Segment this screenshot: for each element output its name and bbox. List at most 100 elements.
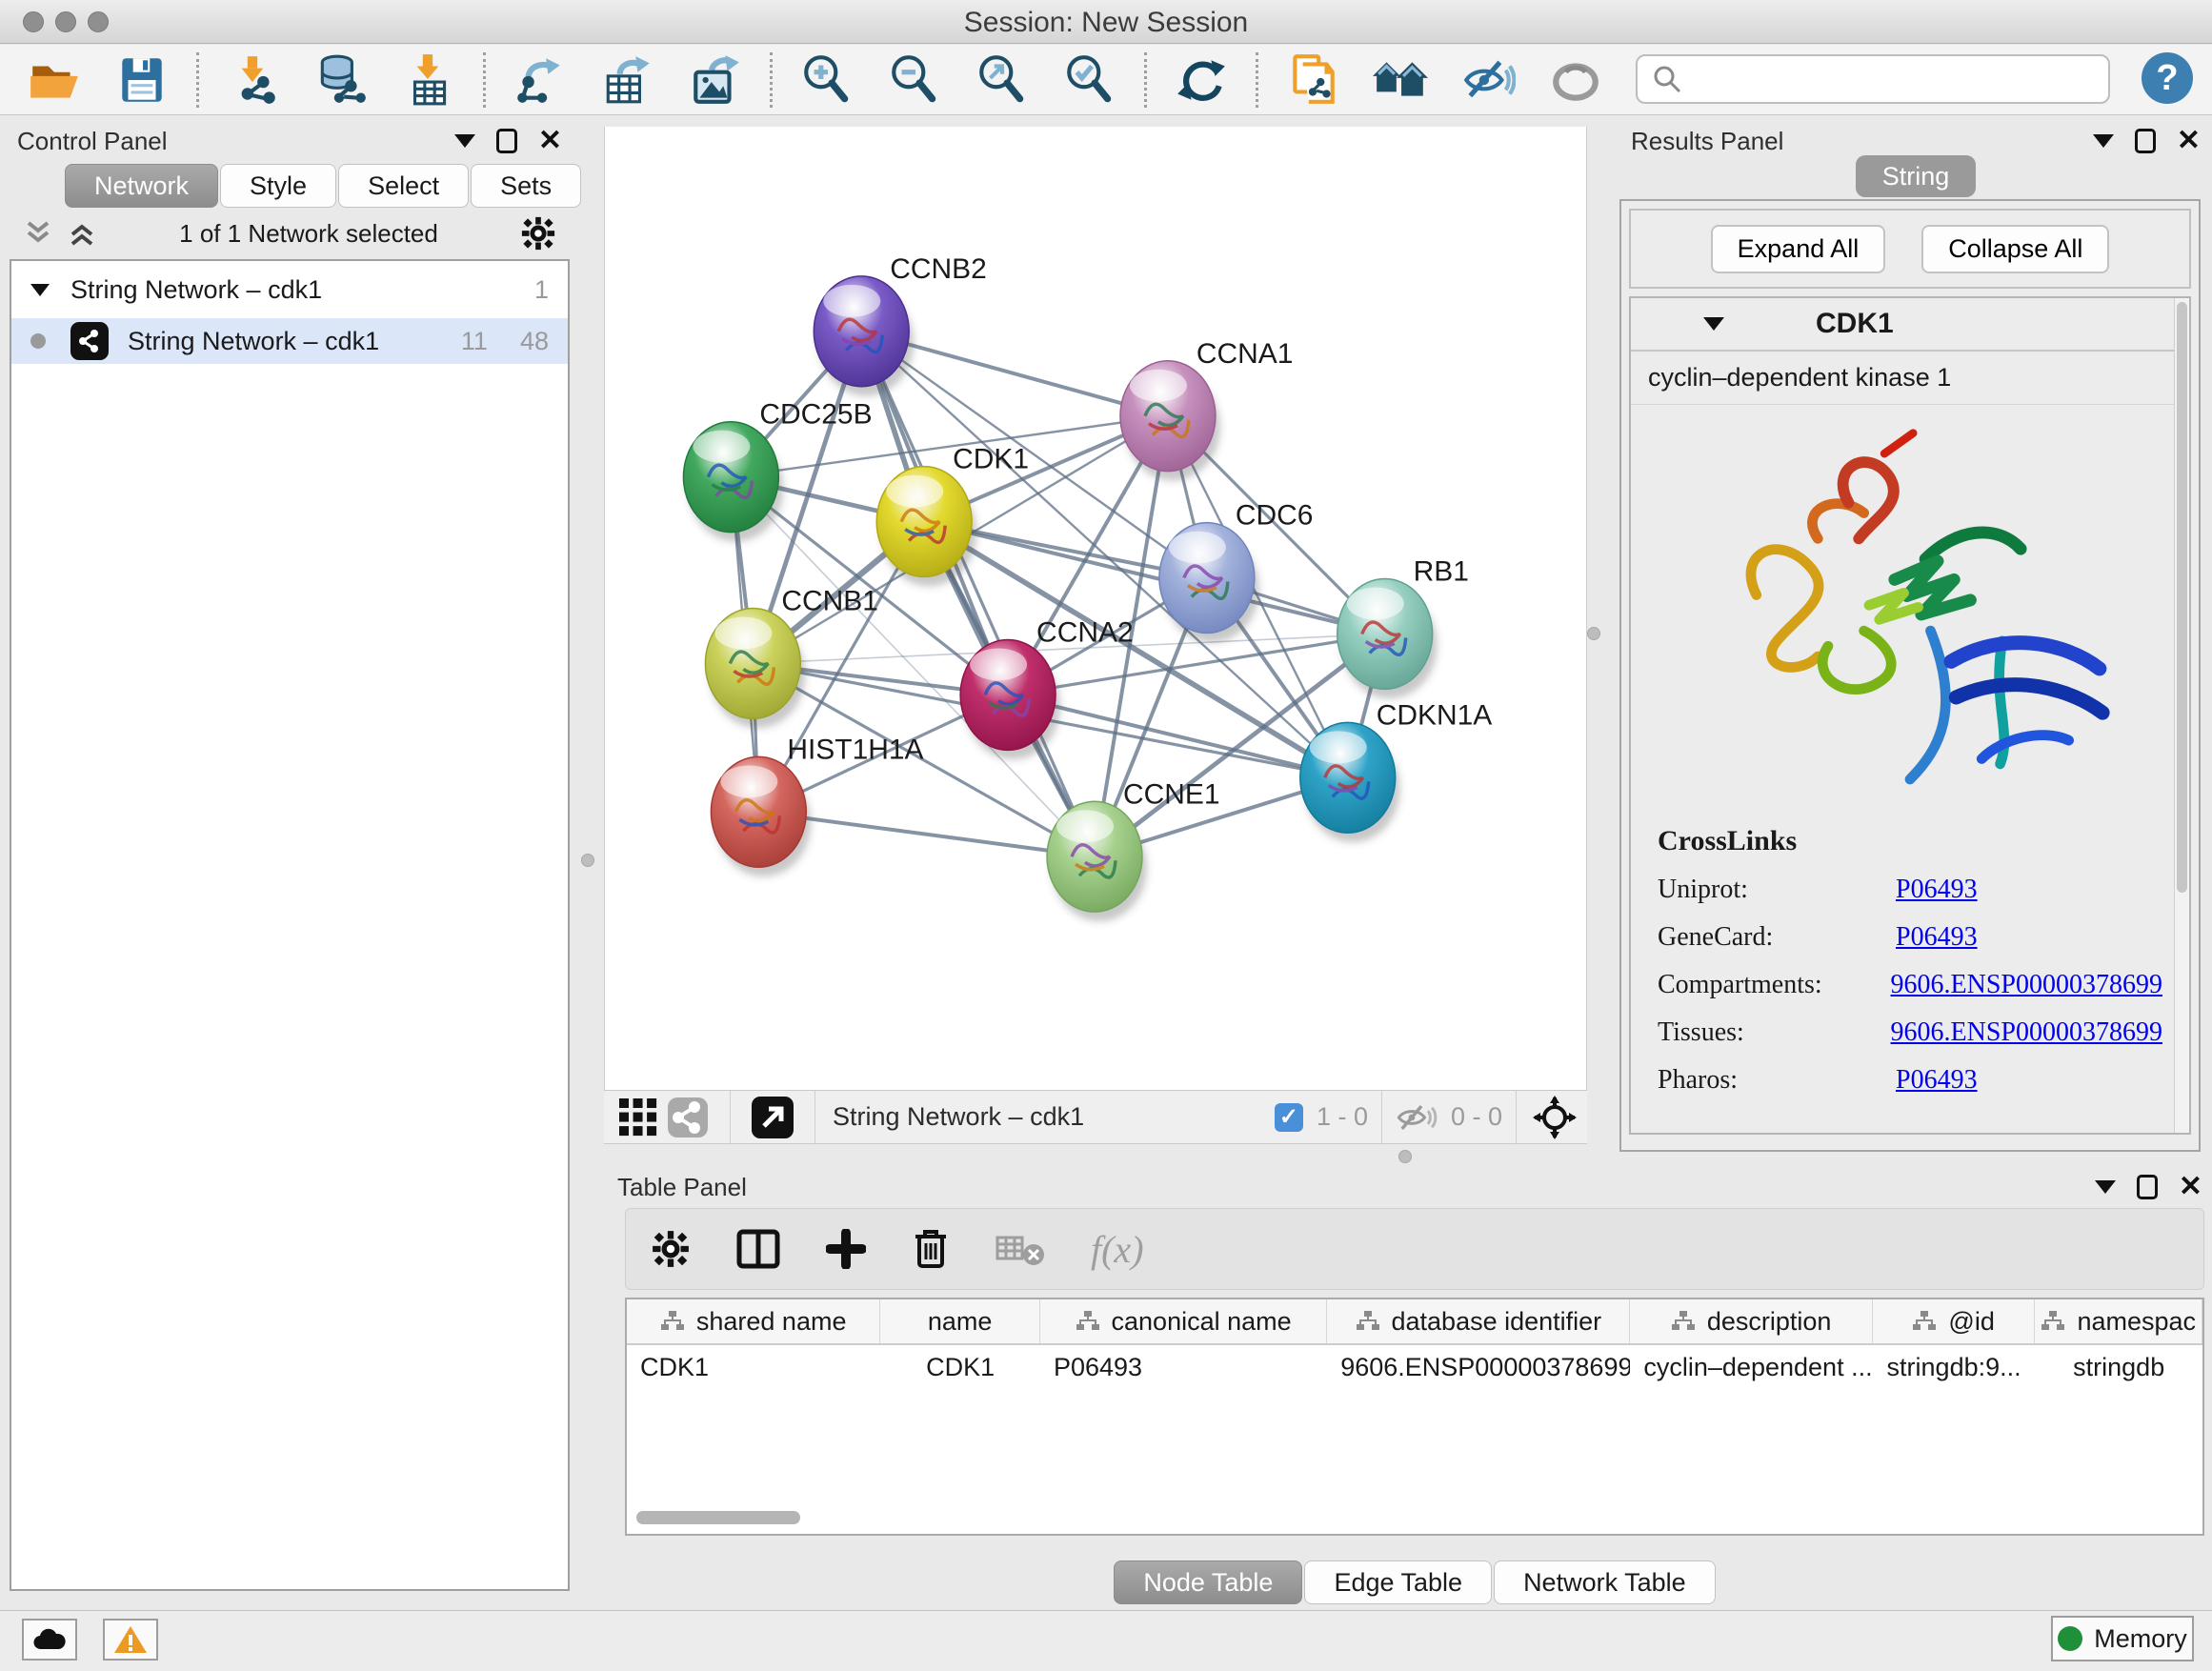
gene-section-header[interactable]: CDK1 — [1631, 298, 2189, 352]
zoom-in-icon[interactable] — [799, 52, 855, 108]
right-splitter-handle[interactable] — [1587, 627, 1600, 640]
table-cell[interactable]: 9606.ENSP00000378699 — [1327, 1353, 1630, 1382]
network-node-CCNE1[interactable]: CCNE1 — [1047, 778, 1220, 921]
float-panel-icon[interactable] — [2137, 1175, 2158, 1199]
network-node-CDKN1A[interactable]: CDKN1A — [1300, 699, 1493, 842]
network-options-gear-icon[interactable] — [520, 215, 556, 252]
network-edge[interactable] — [861, 332, 1095, 856]
search-icon — [1651, 63, 1683, 95]
panel-menu-icon[interactable] — [2095, 1180, 2116, 1194]
import-network-file-icon[interactable] — [226, 52, 281, 108]
table-cell[interactable]: P06493 — [1040, 1353, 1327, 1382]
tab-network[interactable]: Network — [65, 164, 218, 208]
collapse-all-button[interactable]: Collapse All — [1921, 225, 2109, 273]
cloud-status-button[interactable] — [22, 1619, 77, 1661]
table-cell[interactable]: CDK1 — [880, 1353, 1040, 1382]
table-cell[interactable]: stringdb — [2035, 1353, 2202, 1382]
crosslink-tissues[interactable]: 9606.ENSP00000378699 — [1891, 1017, 2162, 1048]
create-column-icon[interactable] — [826, 1229, 866, 1269]
float-panel-icon[interactable] — [496, 129, 517, 153]
crosslink-pharos[interactable]: P06493 — [1896, 1065, 1978, 1096]
table-cell[interactable]: cyclin–dependent ... — [1630, 1353, 1872, 1382]
tab-select[interactable]: Select — [338, 164, 469, 208]
detach-view-icon[interactable] — [748, 1093, 797, 1142]
network-node-CDK1[interactable]: CDK1 — [876, 444, 1029, 587]
crosslink-compartments[interactable]: 9606.ENSP00000378699 — [1891, 970, 2162, 1000]
node-label-CCNA2: CCNA2 — [1036, 616, 1134, 648]
table-cell[interactable]: stringdb:9... — [1873, 1353, 2036, 1382]
network-node-HIST1H1A[interactable]: HIST1H1A — [711, 734, 923, 876]
crosslink-genecard[interactable]: P06493 — [1896, 922, 1978, 953]
memory-button[interactable]: Memory — [2051, 1616, 2194, 1661]
column-header-shared-name[interactable]: shared name — [627, 1299, 880, 1343]
network-canvas[interactable]: CCNB2 CCNA1 CDC25B — [604, 127, 1587, 1090]
close-panel-icon[interactable]: ✕ — [538, 129, 562, 153]
import-network-database-icon[interactable] — [313, 52, 369, 108]
delete-column-icon[interactable] — [912, 1228, 950, 1270]
zoom-fit-icon[interactable] — [975, 52, 1030, 108]
table-options-gear-icon[interactable] — [651, 1229, 691, 1269]
network-node-CCNB1[interactable]: CCNB1 — [705, 585, 878, 728]
open-session-icon[interactable] — [27, 52, 82, 108]
results-scrollbar-thumb[interactable] — [2177, 302, 2187, 893]
gene-collapse-icon[interactable] — [1703, 317, 1724, 331]
column-header-database-identifier[interactable]: database identifier — [1327, 1299, 1630, 1343]
network-row[interactable]: String Network – cdk1 11 48 — [11, 318, 568, 364]
first-neighbors-icon[interactable] — [1373, 52, 1428, 108]
network-node-RB1[interactable]: RB1 — [1337, 556, 1469, 699]
collection-expand-icon[interactable] — [30, 284, 50, 296]
tab-sets[interactable]: Sets — [471, 164, 581, 208]
search-field[interactable] — [1636, 54, 2110, 104]
grid-view-icon[interactable] — [613, 1093, 663, 1142]
table-cell[interactable]: CDK1 — [627, 1353, 880, 1382]
show-columns-icon[interactable] — [736, 1229, 780, 1269]
apply-layout-icon[interactable] — [1174, 52, 1229, 108]
help-button[interactable]: ? — [2142, 52, 2193, 104]
close-panel-icon[interactable]: ✕ — [2179, 1175, 2202, 1199]
network-collection-row[interactable]: String Network – cdk1 1 — [11, 267, 568, 312]
show-all-icon[interactable] — [1548, 52, 1603, 108]
network-node-CDC25B[interactable]: CDC25B — [683, 399, 872, 542]
column-header-canonical-name[interactable]: canonical name — [1040, 1299, 1327, 1343]
left-splitter-handle[interactable] — [581, 854, 594, 867]
results-scrollbar[interactable] — [2174, 298, 2189, 1133]
export-image-icon[interactable] — [688, 52, 743, 108]
bottom-splitter-handle[interactable] — [1398, 1150, 1412, 1163]
tab-edge-table[interactable]: Edge Table — [1304, 1560, 1492, 1604]
network-node-CCNA1[interactable]: CCNA1 — [1120, 338, 1294, 481]
tab-style[interactable]: Style — [220, 164, 336, 208]
warning-status-button[interactable] — [103, 1619, 158, 1661]
search-input[interactable] — [1683, 65, 2095, 94]
collapse-all-icon[interactable] — [23, 219, 53, 248]
clone-network-icon[interactable] — [1285, 52, 1340, 108]
column-header-name[interactable]: name — [880, 1299, 1040, 1343]
import-table-file-icon[interactable] — [401, 52, 456, 108]
tab-string[interactable]: String — [1856, 155, 1977, 197]
expand-all-button[interactable]: Expand All — [1711, 225, 1886, 273]
network-node-CDC6[interactable]: CDC6 — [1159, 500, 1314, 643]
network-edge[interactable] — [924, 522, 1385, 634]
float-panel-icon[interactable] — [2135, 129, 2156, 153]
save-session-icon[interactable] — [114, 52, 170, 108]
tab-network-table[interactable]: Network Table — [1494, 1560, 1716, 1604]
network-overview-icon[interactable] — [663, 1093, 713, 1142]
table-row[interactable]: CDK1CDK1P064939606.ENSP00000378699cyclin… — [627, 1345, 2202, 1389]
crosslink-uniprot[interactable]: P06493 — [1896, 875, 1978, 905]
zoom-out-icon[interactable] — [887, 52, 942, 108]
close-panel-icon[interactable]: ✕ — [2177, 129, 2201, 153]
panel-menu-icon[interactable] — [2093, 134, 2114, 148]
column-header-description[interactable]: description — [1630, 1299, 1872, 1343]
selected-nodes-checkbox-icon[interactable]: ✓ — [1275, 1103, 1303, 1132]
expand-all-icon[interactable] — [67, 219, 97, 248]
table-horizontal-scrollbar[interactable] — [636, 1511, 800, 1524]
export-table-icon[interactable] — [600, 52, 655, 108]
zoom-selected-icon[interactable] — [1062, 52, 1117, 108]
hide-selected-icon[interactable] — [1460, 52, 1516, 108]
export-network-icon[interactable] — [513, 52, 568, 108]
birdseye-view-icon[interactable] — [1530, 1093, 1579, 1142]
column-header-@id[interactable]: @id — [1873, 1299, 2036, 1343]
tab-node-table[interactable]: Node Table — [1114, 1560, 1302, 1604]
column-header-namespac[interactable]: namespac — [2035, 1299, 2202, 1343]
panel-menu-icon[interactable] — [454, 134, 475, 148]
network-node-CCNB2[interactable]: CCNB2 — [814, 253, 987, 396]
